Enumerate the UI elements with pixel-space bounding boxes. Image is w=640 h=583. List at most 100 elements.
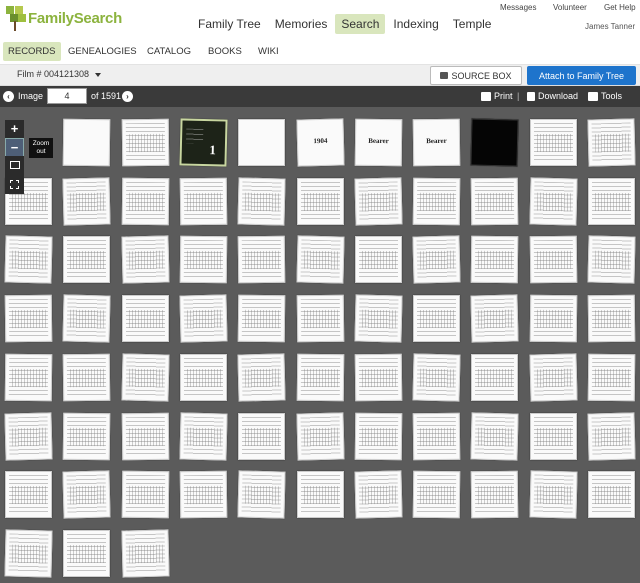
next-image-icon[interactable]: › bbox=[122, 91, 133, 102]
image-thumbnail[interactable] bbox=[295, 411, 345, 461]
image-thumbnail[interactable] bbox=[237, 177, 286, 226]
image-thumbnail[interactable] bbox=[470, 411, 519, 461]
image-thumbnail[interactable] bbox=[121, 177, 169, 225]
image-thumbnail[interactable] bbox=[121, 353, 170, 402]
zoom-out-button[interactable]: − bbox=[5, 138, 24, 157]
image-thumbnail[interactable] bbox=[529, 470, 578, 519]
image-thumbnail[interactable] bbox=[413, 295, 461, 343]
nav-indexing[interactable]: Indexing bbox=[387, 14, 444, 34]
image-thumbnail[interactable] bbox=[588, 471, 635, 519]
image-thumbnail[interactable] bbox=[121, 235, 170, 284]
image-thumbnail[interactable] bbox=[296, 294, 344, 343]
image-thumbnail[interactable] bbox=[4, 353, 53, 402]
image-thumbnail[interactable] bbox=[587, 118, 636, 167]
image-thumbnail[interactable] bbox=[237, 470, 286, 519]
image-thumbnail[interactable]: Bearer bbox=[354, 118, 403, 167]
image-thumbnail[interactable] bbox=[63, 412, 111, 460]
image-thumbnail[interactable] bbox=[529, 119, 577, 166]
tab-genealogies[interactable]: GENEALOGIES bbox=[63, 42, 142, 61]
image-thumbnail[interactable] bbox=[237, 353, 286, 402]
image-thumbnail[interactable] bbox=[529, 294, 577, 343]
image-thumbnail[interactable] bbox=[470, 118, 519, 167]
image-thumbnail[interactable] bbox=[529, 412, 577, 460]
fullscreen-button[interactable] bbox=[5, 175, 24, 194]
image-thumbnail[interactable] bbox=[412, 412, 461, 460]
image-thumbnail[interactable] bbox=[471, 353, 519, 401]
image-thumbnail[interactable] bbox=[587, 294, 636, 343]
image-thumbnail[interactable] bbox=[179, 411, 228, 461]
image-thumbnail[interactable] bbox=[179, 177, 228, 225]
image-thumbnail[interactable] bbox=[470, 294, 519, 343]
image-thumbnail[interactable] bbox=[4, 411, 53, 461]
volunteer-link[interactable]: Volunteer bbox=[553, 3, 587, 12]
image-thumbnail[interactable] bbox=[121, 412, 169, 460]
tab-wiki[interactable]: WIKI bbox=[253, 42, 284, 61]
image-thumbnail[interactable] bbox=[296, 471, 344, 519]
tab-books[interactable]: BOOKS bbox=[203, 42, 247, 61]
download-button[interactable]: Download bbox=[527, 91, 578, 101]
image-thumbnail[interactable] bbox=[471, 470, 519, 519]
image-thumbnail[interactable] bbox=[354, 294, 403, 343]
nav-memories[interactable]: Memories bbox=[269, 14, 334, 34]
image-thumbnail[interactable] bbox=[121, 529, 170, 578]
previous-image-icon[interactable]: ‹ bbox=[3, 91, 14, 102]
image-thumbnail[interactable] bbox=[354, 470, 403, 519]
image-thumbnail[interactable] bbox=[237, 236, 286, 284]
image-thumbnail[interactable] bbox=[587, 235, 636, 284]
image-thumbnail[interactable] bbox=[63, 118, 111, 167]
film-selector[interactable]: Film # 004121308 bbox=[17, 69, 102, 79]
image-thumbnail[interactable]: 1 bbox=[179, 118, 228, 167]
attach-to-family-tree-button[interactable]: Attach to Family Tree bbox=[527, 66, 636, 85]
tools-button[interactable]: Tools bbox=[588, 91, 622, 101]
image-thumbnail[interactable] bbox=[296, 177, 344, 225]
image-thumbnail[interactable] bbox=[237, 294, 286, 343]
zoom-in-button[interactable]: + bbox=[5, 120, 24, 139]
get-help-link[interactable]: Get Help bbox=[604, 3, 636, 12]
image-number-input[interactable]: 4 bbox=[47, 88, 87, 104]
image-thumbnail[interactable] bbox=[63, 529, 111, 577]
print-button[interactable]: Print bbox=[481, 91, 513, 101]
image-thumbnail[interactable] bbox=[471, 236, 519, 284]
image-thumbnail[interactable] bbox=[121, 295, 169, 343]
image-thumbnail[interactable] bbox=[62, 470, 111, 519]
image-thumbnail[interactable] bbox=[295, 235, 345, 284]
image-thumbnail[interactable] bbox=[62, 294, 111, 343]
nav-search[interactable]: Search bbox=[335, 14, 386, 34]
image-thumbnail[interactable]: Bearer bbox=[412, 118, 461, 167]
image-thumbnail[interactable] bbox=[179, 353, 227, 401]
image-thumbnail[interactable] bbox=[4, 235, 53, 284]
image-thumbnail[interactable] bbox=[121, 470, 169, 519]
image-thumbnail[interactable] bbox=[354, 412, 403, 460]
image-thumbnail[interactable] bbox=[529, 236, 577, 284]
image-thumbnail[interactable] bbox=[62, 177, 111, 226]
image-thumbnail[interactable] bbox=[238, 412, 286, 460]
gallery-view-button[interactable] bbox=[5, 156, 24, 175]
image-thumbnail[interactable] bbox=[296, 353, 344, 402]
nav-temple[interactable]: Temple bbox=[447, 14, 498, 34]
image-thumbnail[interactable] bbox=[529, 177, 578, 226]
image-thumbnail[interactable] bbox=[354, 236, 402, 284]
familysearch-logo[interactable]: FamilySearch bbox=[4, 3, 122, 33]
image-thumbnail[interactable] bbox=[63, 236, 111, 284]
image-thumbnail[interactable] bbox=[238, 119, 286, 166]
user-menu[interactable]: James Tanner bbox=[585, 22, 635, 31]
image-thumbnail[interactable] bbox=[354, 353, 403, 402]
image-thumbnail[interactable]: 1904 bbox=[295, 118, 345, 167]
image-thumbnail[interactable] bbox=[179, 294, 228, 343]
tab-records[interactable]: RECORDS bbox=[3, 42, 61, 61]
tab-catalog[interactable]: CATALOG bbox=[142, 42, 196, 61]
image-thumbnail[interactable] bbox=[587, 353, 636, 402]
image-thumbnail[interactable] bbox=[354, 177, 403, 226]
image-thumbnail[interactable] bbox=[587, 411, 636, 461]
nav-family-tree[interactable]: Family Tree bbox=[192, 14, 267, 34]
image-thumbnail[interactable] bbox=[63, 353, 111, 402]
image-thumbnail[interactable] bbox=[588, 177, 635, 225]
source-box-button[interactable]: SOURCE BOX bbox=[430, 66, 522, 85]
image-thumbnail[interactable] bbox=[529, 353, 578, 402]
messages-link[interactable]: Messages bbox=[500, 3, 536, 12]
image-thumbnail[interactable] bbox=[121, 118, 169, 167]
image-thumbnail[interactable] bbox=[412, 353, 461, 402]
image-thumbnail[interactable] bbox=[412, 235, 461, 284]
image-thumbnail[interactable] bbox=[4, 294, 53, 343]
image-thumbnail[interactable] bbox=[179, 470, 228, 519]
